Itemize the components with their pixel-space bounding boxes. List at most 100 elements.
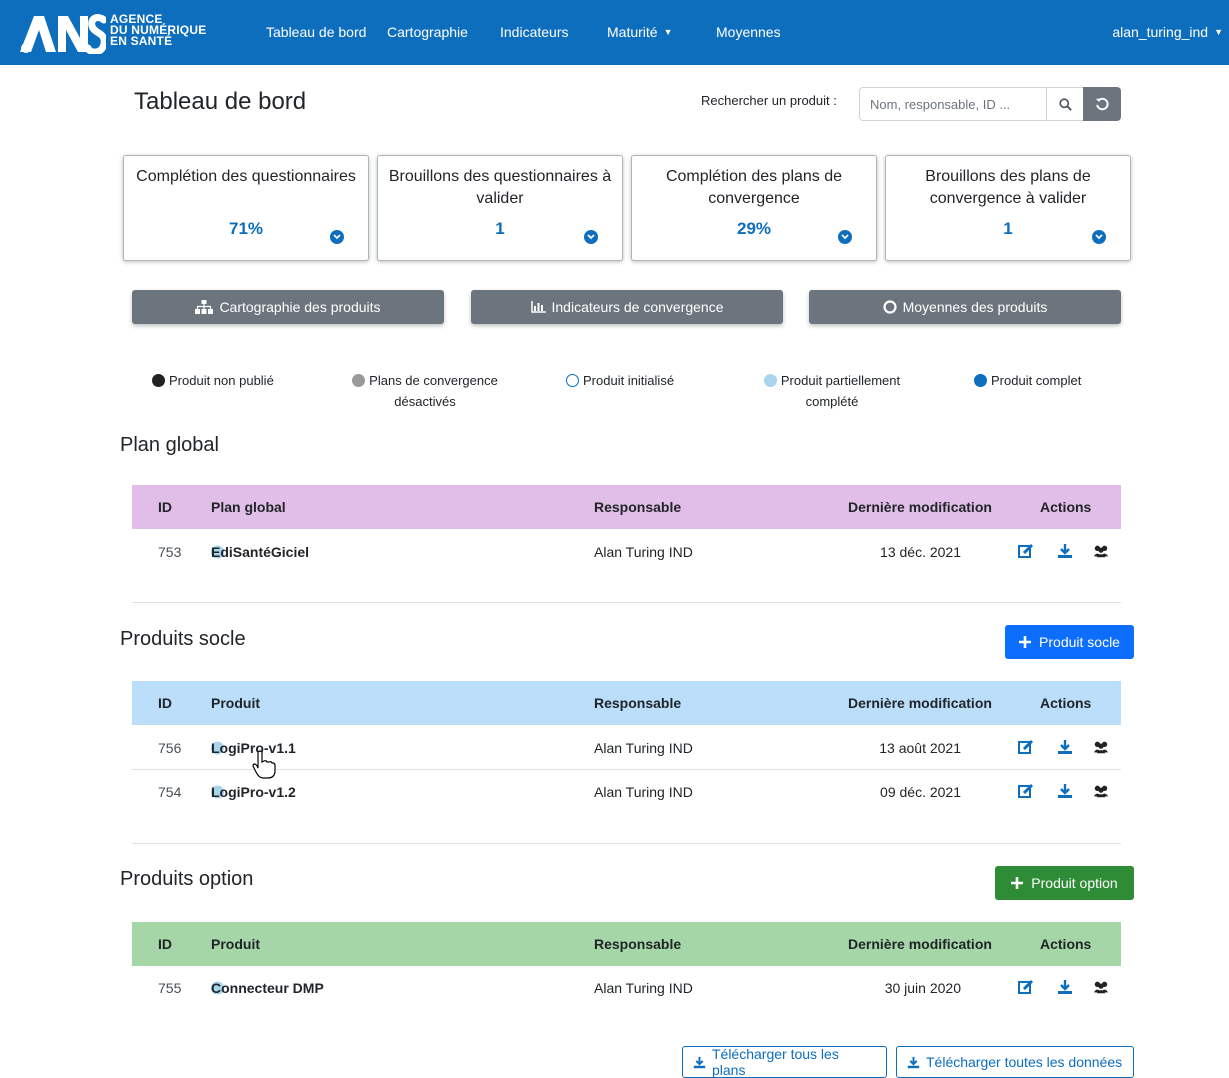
produits-option-title: Produits option [120, 868, 254, 890]
nav-tableau-de-bord[interactable]: Tableau de bord [266, 24, 366, 40]
row-id: 753 [158, 544, 182, 560]
download-icon[interactable] [1057, 739, 1073, 755]
edit-icon[interactable] [1018, 783, 1034, 799]
users-icon[interactable] [1093, 739, 1109, 755]
card-title: Brouillons des plans de convergence à va… [925, 168, 1091, 207]
nav-indicateurs[interactable]: Indicateurs [500, 24, 568, 40]
search-button[interactable] [1046, 87, 1084, 121]
edit-icon[interactable] [1018, 979, 1034, 995]
add-produit-socle-button[interactable]: Produit socle [1005, 625, 1134, 659]
sitemap-icon [195, 300, 214, 314]
download-icon[interactable] [1057, 979, 1073, 995]
row-date: 13 déc. 2021 [880, 544, 961, 560]
chart-icon [530, 301, 546, 313]
search-icon [1058, 97, 1072, 111]
row-name-label: EdiSantéGiciel [211, 544, 310, 560]
col-id: ID [158, 936, 172, 952]
download-all-data-button[interactable]: Télécharger toutes les données [896, 1046, 1134, 1078]
row-id: 756 [158, 739, 182, 756]
card-completion-questionnaires: Complétion des questionnaires 71% [123, 155, 369, 261]
plus-icon [1019, 636, 1032, 648]
table-row: 754 LogiPro-v1.2 Alan Turing IND 09 déc.… [132, 770, 1121, 814]
chevron-down-icon: ▼ [663, 27, 673, 37]
option-table-header: ID Produit Responsable Dernière modifica… [132, 922, 1121, 966]
cartographie-produits-button[interactable]: Cartographie des produits [132, 290, 444, 324]
button-label: Moyennes des produits [902, 299, 1048, 315]
moyennes-produits-button[interactable]: Moyennes des produits [809, 290, 1121, 324]
chevron-down-icon[interactable] [330, 230, 344, 244]
ans-logo-text: AGENCE DU NUMÉRIQUE EN SANTÉ [110, 13, 206, 47]
col-responsable: Responsable [594, 936, 682, 952]
nav-moyennes[interactable]: Moyennes [716, 24, 781, 40]
nav-cartographie[interactable]: Cartographie [387, 24, 468, 40]
undo-icon [1095, 97, 1109, 111]
download-all-plans-button[interactable]: Télécharger tous les plans [682, 1046, 887, 1078]
legend-label: Produit initialisé [583, 373, 675, 388]
nav-maturite[interactable]: Maturité ▼ [607, 24, 673, 40]
divider [132, 843, 1121, 844]
download-icon[interactable] [1057, 543, 1073, 559]
download-icon [693, 1056, 706, 1068]
circle-icon [883, 300, 897, 314]
legend-initialise: Produit initialisé [566, 370, 716, 391]
produits-socle-title: Produits socle [120, 628, 246, 650]
col-produit: Produit [211, 936, 260, 952]
top-navbar: AGENCE DU NUMÉRIQUE EN SANTÉ Tableau de … [0, 0, 1229, 65]
row-date: 30 juin 2020 [884, 980, 961, 996]
button-label: Télécharger tous les plans [711, 1046, 839, 1078]
chevron-down-icon[interactable] [838, 230, 852, 244]
table-row: 753 EdiSantéGiciel Alan Turing IND 13 dé… [132, 530, 1121, 574]
row-responsable: Alan Turing IND [594, 980, 693, 996]
legend-complet: Produit complet [974, 370, 1114, 391]
row-responsable: Alan Turing IND [594, 784, 693, 800]
legend-label: Plans de convergence désactivés [369, 373, 498, 409]
row-responsable: Alan Turing IND [594, 739, 693, 756]
row-name-label: LogiPro-v1.2 [211, 784, 296, 800]
user-menu[interactable]: alan_turing_ind ▼ [1112, 24, 1223, 40]
col-responsable: Responsable [594, 499, 682, 515]
chevron-down-icon[interactable] [1092, 230, 1106, 244]
legend-plans-desactives: Plans de convergence désactivés [340, 370, 510, 412]
table-row: 755 Connecteur DMP Alan Turing IND 30 ju… [132, 966, 1121, 1010]
button-label: Cartographie des produits [219, 299, 381, 315]
plan-global-table-header: ID Plan global Responsable Dernière modi… [132, 485, 1121, 529]
card-title: Complétion des plans de convergence [665, 168, 843, 207]
ans-logo[interactable]: AGENCE DU NUMÉRIQUE EN SANTÉ [18, 12, 233, 56]
hollow-dot-icon [566, 374, 579, 387]
button-label: Produit option [1031, 875, 1118, 891]
row-id: 755 [158, 980, 182, 996]
add-produit-option-button[interactable]: Produit option [995, 866, 1134, 900]
col-responsable: Responsable [594, 695, 682, 711]
page-title: Tableau de bord [134, 88, 307, 115]
users-icon[interactable] [1093, 783, 1109, 799]
divider [132, 602, 1121, 603]
row-date: 13 août 2021 [879, 739, 961, 756]
card-completion-plans: Complétion des plans de convergence 29% [631, 155, 877, 261]
chevron-down-icon[interactable] [584, 230, 598, 244]
card-brouillons-questionnaires: Brouillons des questionnaires à valider … [377, 155, 623, 261]
light-blue-dot-icon [763, 374, 777, 387]
card-title: Brouillons des questionnaires à valider [388, 168, 612, 207]
row-date: 09 déc. 2021 [880, 784, 961, 800]
gray-dot-icon [352, 374, 366, 387]
button-label: Indicateurs de convergence [551, 299, 724, 315]
download-icon[interactable] [1057, 783, 1073, 799]
edit-icon[interactable] [1018, 543, 1034, 559]
col-derniere-modification: Dernière modification [848, 499, 992, 515]
col-id: ID [158, 695, 172, 711]
socle-table-header: ID Produit Responsable Dernière modifica… [132, 681, 1121, 725]
users-icon[interactable] [1093, 543, 1109, 559]
legend-non-publie: Produit non publié [152, 370, 312, 391]
search-input[interactable] [859, 87, 1047, 121]
edit-icon[interactable] [1018, 739, 1034, 755]
users-icon[interactable] [1093, 979, 1109, 995]
download-icon [907, 1056, 920, 1068]
plan-global-title: Plan global [120, 434, 219, 456]
indicateurs-convergence-button[interactable]: Indicateurs de convergence [471, 290, 783, 324]
row-id: 754 [158, 784, 182, 800]
black-dot-icon [152, 374, 165, 387]
button-label: Télécharger toutes les données [926, 1054, 1123, 1070]
user-name: alan_turing_ind [1112, 24, 1209, 40]
reset-search-button[interactable] [1083, 87, 1121, 121]
col-derniere-modification: Dernière modification [848, 695, 992, 711]
